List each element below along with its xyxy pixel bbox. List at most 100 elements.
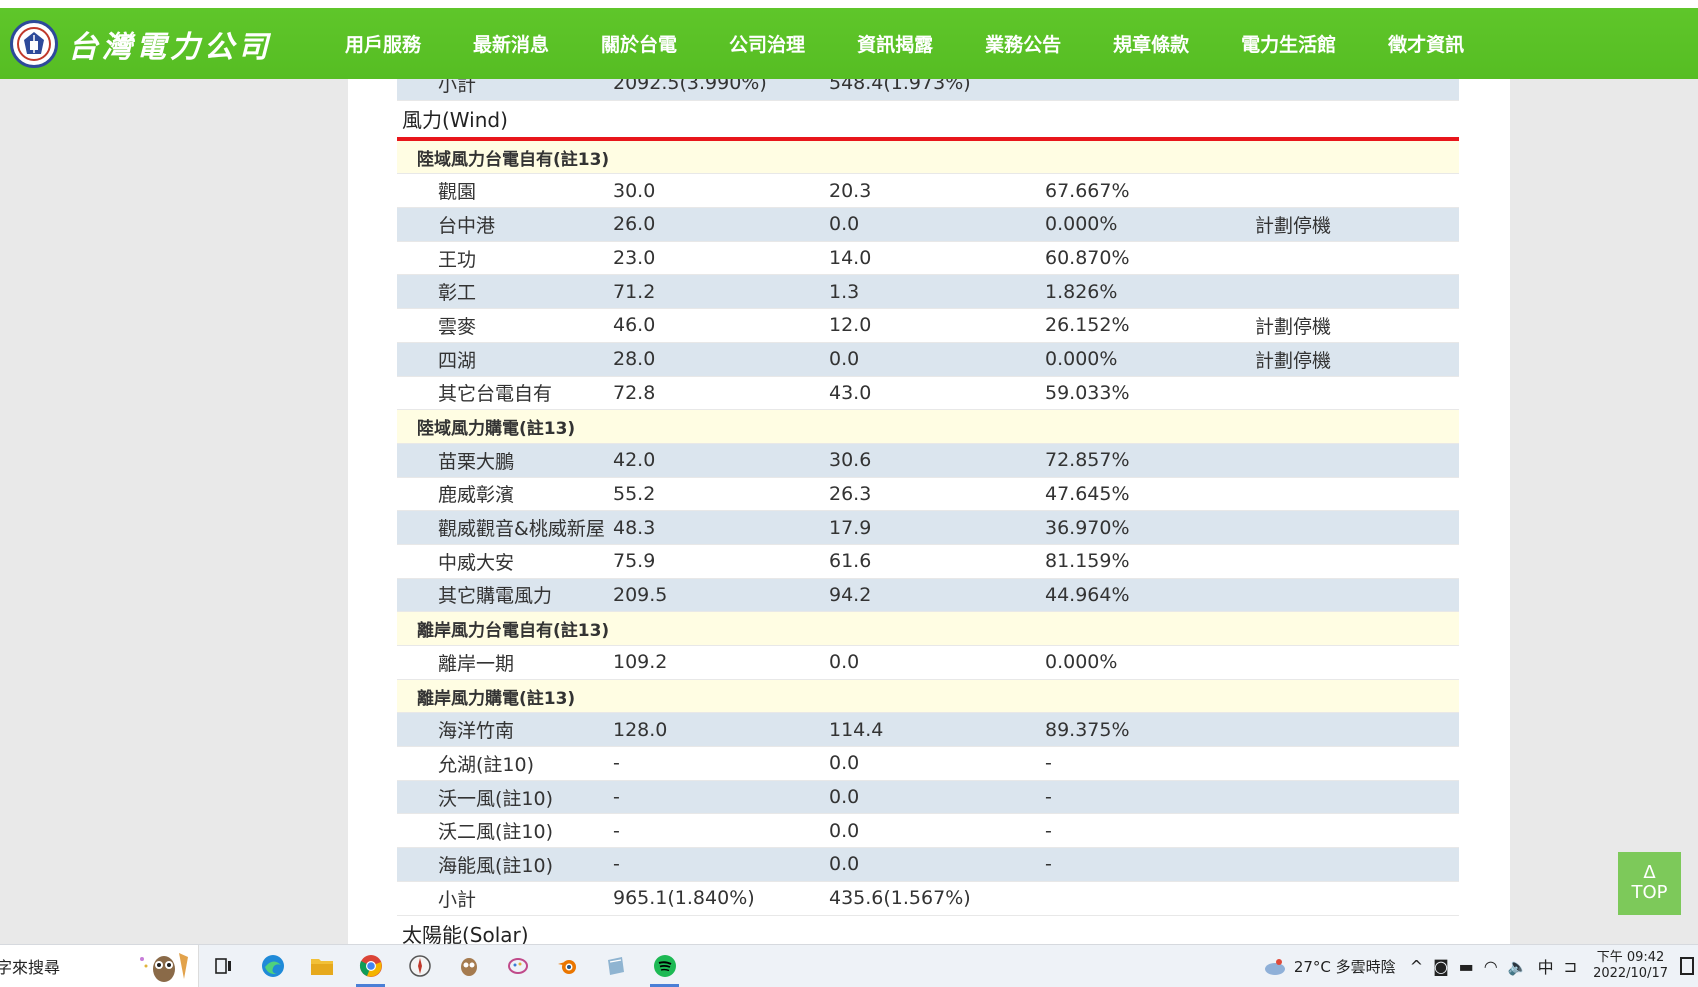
capacity-cell: 28.0 xyxy=(613,348,656,371)
volume-icon[interactable]: 🔈 xyxy=(1508,957,1528,976)
weather-widget[interactable]: 27°C 多雲時陰 xyxy=(1262,955,1396,977)
ratio-cell: 36.970% xyxy=(1045,516,1130,539)
nav-item-announcements[interactable]: 業務公告 xyxy=(985,30,1061,57)
main-nav: 用戶服務 最新消息 關於台電 公司治理 資訊揭露 業務公告 規章條款 電力生活館… xyxy=(345,30,1516,57)
nav-item-governance[interactable]: 公司治理 xyxy=(729,30,805,57)
unit-name: 彰工 xyxy=(438,282,477,305)
notification-icon[interactable] xyxy=(1680,957,1694,975)
category-row: 陸域風力購電(註13) xyxy=(397,410,1459,444)
capacity-cell: 26.0 xyxy=(613,213,656,236)
search-placeholder: 字來搜尋 xyxy=(0,958,61,977)
blender-icon[interactable] xyxy=(542,945,591,987)
table-row: 觀威觀音&桃威新屋 48.3 17.9 36.970% xyxy=(397,511,1459,545)
unit-name: 中威大安 xyxy=(438,551,515,574)
owl-illustration-icon xyxy=(140,953,188,982)
generation-cell: 61.6 xyxy=(829,550,872,573)
edge-browser-icon[interactable] xyxy=(248,945,297,987)
nav-item-careers[interactable]: 徵才資訊 xyxy=(1388,30,1464,57)
unit-name: 小計 xyxy=(438,888,477,911)
nav-item-about[interactable]: 關於台電 xyxy=(601,30,677,57)
capacity-cell: 109.2 xyxy=(613,651,668,674)
paint-app-icon[interactable] xyxy=(493,945,542,987)
category-label: 陸域風力台電自有(註13) xyxy=(417,149,610,170)
taskbar-search-input[interactable]: 字來搜尋 xyxy=(0,945,199,987)
generation-cell: 14.0 xyxy=(829,247,872,270)
nav-item-disclosure[interactable]: 資訊揭露 xyxy=(857,30,933,57)
ratio-cell: 60.870% xyxy=(1045,247,1130,270)
main-content: 小計 2092.5(3.990%) 548.4(1.973%) 風力(Wind)… xyxy=(348,79,1510,944)
ratio-cell: - xyxy=(1045,752,1052,775)
note-cell: 計劃停機 xyxy=(1255,349,1332,372)
capacity-cell: 46.0 xyxy=(613,314,656,337)
ratio-cell: - xyxy=(1045,786,1052,809)
capacity-cell: - xyxy=(613,786,620,809)
generation-cell: 20.3 xyxy=(829,179,872,202)
spotify-icon[interactable] xyxy=(640,945,689,987)
task-view-icon[interactable] xyxy=(199,945,248,987)
site-header: 台灣電力公司 用戶服務 最新消息 關於台電 公司治理 資訊揭露 業務公告 規章條… xyxy=(0,8,1698,79)
meet-now-icon[interactable]: ◙ xyxy=(1433,957,1449,976)
category-label: 離岸風力購電(註13) xyxy=(417,688,576,709)
wifi-icon[interactable]: ◠ xyxy=(1484,957,1498,976)
nav-item-power-life[interactable]: 電力生活館 xyxy=(1241,30,1336,57)
category-label: 陸域風力購電(註13) xyxy=(417,419,576,440)
generation-cell: 12.0 xyxy=(829,314,872,337)
unit-name: 海能風(註10) xyxy=(438,854,554,877)
ratio-cell: 67.667% xyxy=(1045,179,1130,202)
back-to-top-button[interactable]: Δ TOP xyxy=(1618,852,1681,915)
ratio-cell: 44.964% xyxy=(1045,583,1130,606)
note-cell: 計劃停機 xyxy=(1255,214,1332,237)
ratio-cell: 47.645% xyxy=(1045,482,1130,505)
battery-icon[interactable]: ▬ xyxy=(1459,957,1474,976)
generation-cell: 1.3 xyxy=(829,280,860,303)
chevron-up-icon[interactable]: ^ xyxy=(1410,957,1423,976)
category-row: 離岸風力台電自有(註13) xyxy=(397,612,1459,646)
generation-cell: 0.0 xyxy=(829,213,860,236)
document-app-icon[interactable] xyxy=(591,945,640,987)
brand-name: 台灣電力公司 xyxy=(68,29,272,65)
generation-cell: 17.9 xyxy=(829,516,872,539)
ratio-cell: 59.033% xyxy=(1045,381,1130,404)
category-row: 離岸風力購電(註13) xyxy=(397,679,1459,714)
ime-indicator[interactable]: 中 xyxy=(1538,954,1554,978)
generation-cell: 0.0 xyxy=(829,786,860,809)
generation-cell: 26.3 xyxy=(829,482,872,505)
nav-item-regulations[interactable]: 規章條款 xyxy=(1113,30,1189,57)
section-title-wind: 風力(Wind) xyxy=(397,100,1459,141)
unit-name: 雲麥 xyxy=(438,315,477,338)
ratio-cell: 0.000% xyxy=(1045,348,1118,371)
site-logo[interactable]: 台灣電力公司 xyxy=(10,19,310,68)
capacity-cell: - xyxy=(613,853,620,876)
table-row: 觀園 30.0 20.3 67.667% xyxy=(397,174,1459,209)
table-row: 允湖(註10) - 0.0 - xyxy=(397,747,1459,781)
capacity-cell: 72.8 xyxy=(613,381,656,404)
table-row: 其它台電自有 72.8 43.0 59.033% xyxy=(397,376,1459,411)
capacity-cell: - xyxy=(613,752,620,775)
unit-name: 苗栗大鵬 xyxy=(438,450,515,473)
ratio-cell: - xyxy=(1045,819,1052,842)
nav-item-customer-service[interactable]: 用戶服務 xyxy=(345,30,421,57)
subtotal-row: 小計 965.1(1.840%) 435.6(1.567%) xyxy=(397,881,1459,916)
table-row: 沃二風(註10) - 0.0 - xyxy=(397,814,1459,849)
table-row: 彰工 71.2 1.3 1.826% xyxy=(397,275,1459,310)
note-cell: 計劃停機 xyxy=(1255,315,1332,338)
generation-table: 小計 2092.5(3.990%) 548.4(1.973%) 風力(Wind)… xyxy=(397,79,1459,944)
up-arrow-icon: Δ xyxy=(1643,862,1656,883)
capacity-cell: 48.3 xyxy=(613,516,656,539)
file-explorer-icon[interactable] xyxy=(297,945,346,987)
table-row: 王功 23.0 14.0 60.870% xyxy=(397,241,1459,276)
ime-mode-icon[interactable]: ⊐ xyxy=(1564,957,1577,976)
compass-app-icon[interactable] xyxy=(395,945,444,987)
taskbar-clock[interactable]: 下午 09:42 2022/10/17 xyxy=(1593,950,1668,982)
owl-app-icon[interactable] xyxy=(444,945,493,987)
generation-cell: 435.6(1.567%) xyxy=(829,887,971,910)
cloudy-weather-icon xyxy=(1264,959,1285,975)
ratio-cell: 1.826% xyxy=(1045,280,1118,303)
generation-cell: 43.0 xyxy=(829,381,872,404)
capacity-cell: 30.0 xyxy=(613,179,656,202)
nav-item-news[interactable]: 最新消息 xyxy=(473,30,549,57)
capacity-cell: 2092.5(3.990%) xyxy=(613,79,767,95)
chrome-browser-icon[interactable] xyxy=(346,945,395,987)
table-row: 沃一風(註10) - 0.0 - xyxy=(397,780,1459,815)
table-row: 鹿威彰濱 55.2 26.3 47.645% xyxy=(397,477,1459,512)
